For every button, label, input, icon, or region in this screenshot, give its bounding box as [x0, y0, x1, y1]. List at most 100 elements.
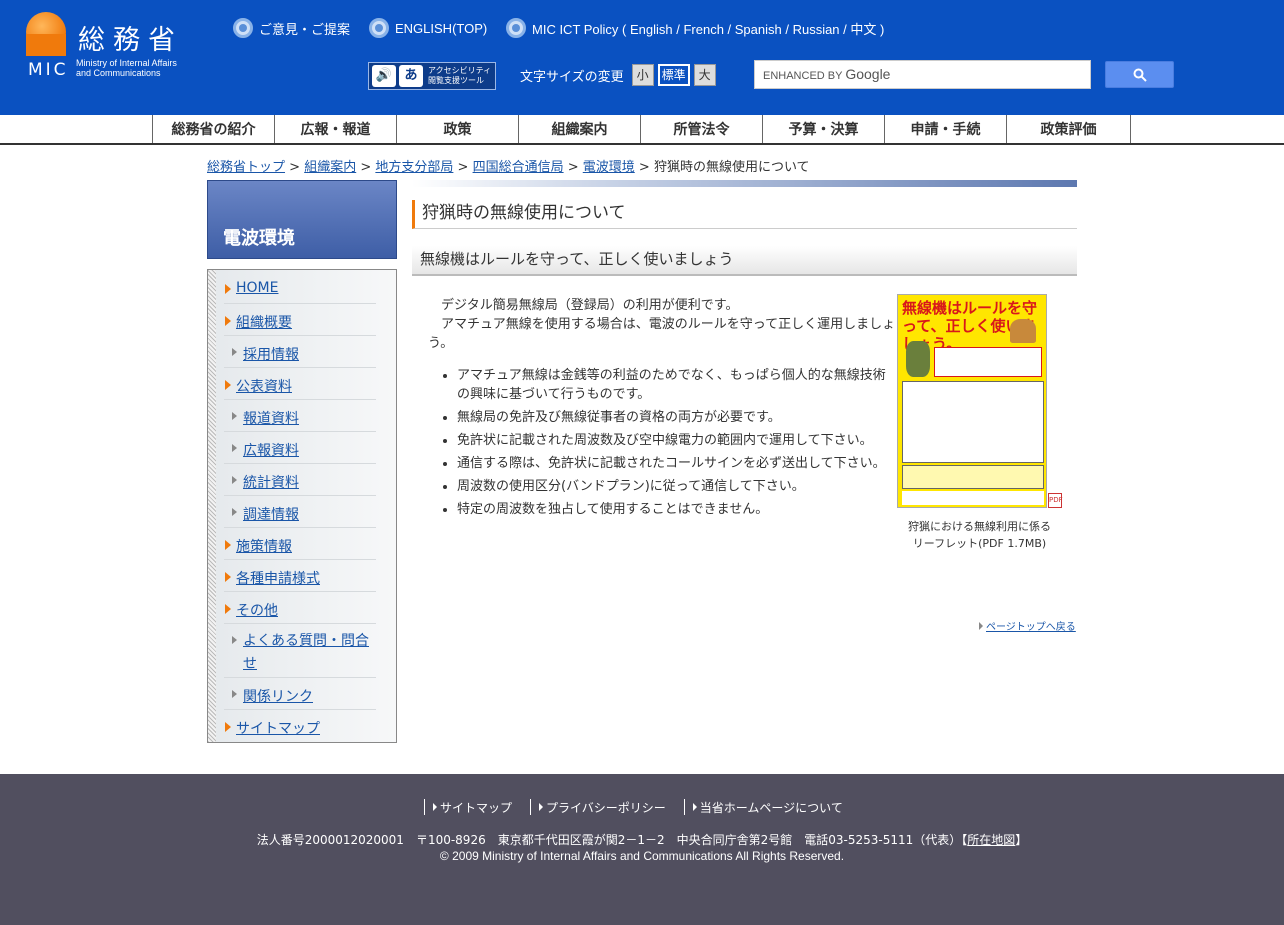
sidebar-item-links-label[interactable]: 関係リンク — [243, 686, 313, 706]
breadcrumb: 総務省トップ > 組織案内 > 地方支分部局 > 四国総合通信局 > 電波環境 … — [207, 156, 810, 175]
breadcrumb-sep: > — [634, 160, 654, 175]
page-top-link-label[interactable]: ページトップへ戻る — [986, 618, 1076, 633]
sidebar-item-recruit-label[interactable]: 採用情報 — [243, 344, 299, 364]
breadcrumb-regional[interactable]: 地方支分部局 — [375, 160, 453, 175]
leaflet-caption-line1: 狩猟における無線利用に係る — [908, 520, 1051, 533]
accessibility-tool-button[interactable]: 🔊 あ アクセシビリティ 閲覧支援ツール — [368, 62, 496, 90]
gray-arrow-icon — [232, 476, 237, 484]
sidebar-item-faq-label[interactable]: よくある質問・問合せ — [243, 630, 373, 676]
gnav-laws[interactable]: 所管法令 — [640, 115, 762, 143]
font-size-label: 文字サイズの変更 — [520, 69, 624, 85]
gnav-policy[interactable]: 政策 — [396, 115, 518, 143]
leaflet-caption: 狩猟における無線利用に係る リーフレット(PDF 1.7MB) — [897, 518, 1062, 552]
gray-arrow-icon — [232, 444, 237, 452]
gray-arrow-icon — [232, 636, 237, 644]
orange-arrow-icon — [225, 316, 231, 326]
intro-text: デジタル簡易無線局（登録局）の利用が便利です。 アマチュア無線を使用する場合は、… — [428, 296, 896, 353]
sidebar-item-sitemap-label[interactable]: サイトマップ — [236, 718, 320, 738]
footer-link-sitemap[interactable]: サイトマップ — [424, 799, 530, 815]
speaker-icon: 🔊 — [372, 65, 396, 87]
leaflet-footer — [902, 491, 1044, 505]
footer-links: サイトマップ プライバシーポリシー 当省ホームページについて — [424, 799, 861, 815]
sidebar-item-recruit[interactable]: 採用情報 — [224, 336, 376, 368]
orange-arrow-icon — [225, 572, 231, 582]
list-item: 周波数の使用区分(バンドプラン)に従って通信して下さい。 — [457, 477, 897, 496]
font-size-standard-button[interactable]: 標準 — [657, 64, 690, 86]
gnav-evaluation[interactable]: 政策評価 — [1006, 115, 1131, 143]
search-input[interactable]: ENHANCED BY Google — [754, 60, 1091, 89]
sidebar-item-measures-label[interactable]: 施策情報 — [236, 536, 292, 556]
sidebar-item-measures[interactable]: 施策情報 — [224, 528, 376, 560]
sidebar-item-home[interactable]: HOME — [224, 272, 376, 304]
sidebar-menu: HOME 組織概要 採用情報 公表資料 報道資料 広報資料 統計資料 調達情報 … — [207, 269, 397, 743]
logo-jp-text: 総務省 — [78, 25, 183, 56]
sidebar-item-press[interactable]: 報道資料 — [224, 400, 376, 432]
gray-arrow-icon — [232, 348, 237, 356]
sidebar-item-procurement-label[interactable]: 調達情報 — [243, 504, 299, 524]
footer-link-about-site-label: 当省ホームページについて — [699, 800, 843, 815]
sidebar-item-forms[interactable]: 各種申請様式 — [224, 560, 376, 592]
footer-link-privacy[interactable]: プライバシーポリシー — [530, 799, 684, 815]
orange-arrow-icon — [225, 380, 231, 390]
footer-link-about-site[interactable]: 当省ホームページについて — [683, 799, 861, 815]
leaflet-thumbnail[interactable]: 無線機はルールを守って、正しく使いましょう。 — [897, 294, 1047, 508]
leaflet-amateur-radio-box — [902, 465, 1044, 489]
sidebar-item-overview-label[interactable]: 組織概要 — [236, 312, 292, 332]
sidebar-item-pr[interactable]: 広報資料 — [224, 432, 376, 464]
address-text: 法人番号2000012020001 〒100-8926 東京都千代田区霞が関2－… — [256, 833, 968, 847]
sidebar-item-home-label[interactable]: HOME — [236, 280, 278, 296]
sidebar-item-statistics[interactable]: 統計資料 — [224, 464, 376, 496]
sidebar-item-procurement[interactable]: 調達情報 — [224, 496, 376, 528]
pdf-icon[interactable]: PDF — [1048, 493, 1063, 508]
hiragana-icon: あ — [399, 65, 423, 87]
search-google-brand: Google — [845, 66, 891, 82]
global-nav: 総務省の紹介 広報・報道 政策 組織案内 所管法令 予算・決算 申請・手続 政策… — [0, 115, 1284, 145]
sidebar-item-publications-label[interactable]: 公表資料 — [236, 376, 292, 396]
breadcrumb-sep: > — [453, 160, 473, 175]
sidebar-item-others-label[interactable]: その他 — [236, 600, 278, 620]
gnav-budget[interactable]: 予算・決算 — [762, 115, 884, 143]
leaflet-notice-box — [934, 347, 1042, 377]
breadcrumb-organization[interactable]: 組織案内 — [304, 160, 356, 175]
logo-square-icon — [26, 34, 66, 56]
font-size-small-button[interactable]: 小 — [631, 64, 654, 86]
list-item: 特定の周波数を独占して使用することはできません。 — [457, 500, 897, 519]
breadcrumb-sep: > — [563, 160, 583, 175]
sidebar-item-publications[interactable]: 公表資料 — [224, 368, 376, 400]
english-top-link[interactable]: ENGLISH(TOP) — [369, 18, 487, 38]
search-icon — [1133, 68, 1147, 82]
opinion-link[interactable]: ご意見・ご提案 — [233, 18, 350, 38]
deer-icon — [1010, 319, 1036, 343]
sidebar-item-sitemap[interactable]: サイトマップ — [224, 710, 376, 742]
map-link[interactable]: 所在地図 — [967, 833, 1015, 847]
section-heading: 無線機はルールを守って、正しく使いましょう — [412, 246, 1077, 276]
mic-logo[interactable]: 総務省 MIC Ministry of Internal Affairs and… — [26, 12, 211, 82]
sidebar-item-others[interactable]: その他 — [224, 592, 376, 624]
sidebar-item-press-label[interactable]: 報道資料 — [243, 408, 299, 428]
sidebar-item-overview[interactable]: 組織概要 — [224, 304, 376, 336]
ict-policy-link[interactable]: MIC ICT Policy ( English / French / Span… — [506, 18, 884, 38]
sidebar-item-faq[interactable]: よくある質問・問合せ — [224, 624, 376, 678]
gnav-applications[interactable]: 申請・手続 — [884, 115, 1006, 143]
gnav-press[interactable]: 広報・報道 — [274, 115, 396, 143]
sidebar-item-statistics-label[interactable]: 統計資料 — [243, 472, 299, 492]
sidebar-item-forms-label[interactable]: 各種申請様式 — [236, 568, 320, 588]
breadcrumb-shikoku[interactable]: 四国総合通信局 — [473, 160, 564, 175]
breadcrumb-current: 狩猟時の無線使用について — [653, 160, 810, 175]
gnav-organization[interactable]: 組織案内 — [518, 115, 640, 143]
gnav-about[interactable]: 総務省の紹介 — [152, 115, 274, 143]
intro-paragraph-1: デジタル簡易無線局（登録局）の利用が便利です。 — [441, 298, 739, 313]
leaflet-caption-line2: リーフレット(PDF 1.7MB) — [912, 537, 1047, 550]
orange-arrow-icon — [225, 540, 231, 550]
breadcrumb-radio-env[interactable]: 電波環境 — [583, 160, 635, 175]
sidebar-item-pr-label[interactable]: 広報資料 — [243, 440, 299, 460]
radio-bullet-icon — [233, 18, 253, 38]
font-size-large-button[interactable]: 大 — [693, 64, 716, 86]
page-top-link[interactable]: ページトップへ戻る — [979, 618, 1076, 633]
search-button[interactable] — [1105, 61, 1174, 88]
list-item: 通信する際は、免許状に記載されたコールサインを必ず送出して下さい。 — [457, 454, 897, 473]
sidebar-item-links[interactable]: 関係リンク — [224, 678, 376, 710]
breadcrumb-top[interactable]: 総務省トップ — [207, 160, 285, 175]
intro-paragraph-2: アマチュア無線を使用する場合は、電波のルールを守って正しく運用しましょう。 — [428, 317, 896, 351]
accessibility-tool-label: アクセシビリティ 閲覧支援ツール — [428, 66, 491, 86]
